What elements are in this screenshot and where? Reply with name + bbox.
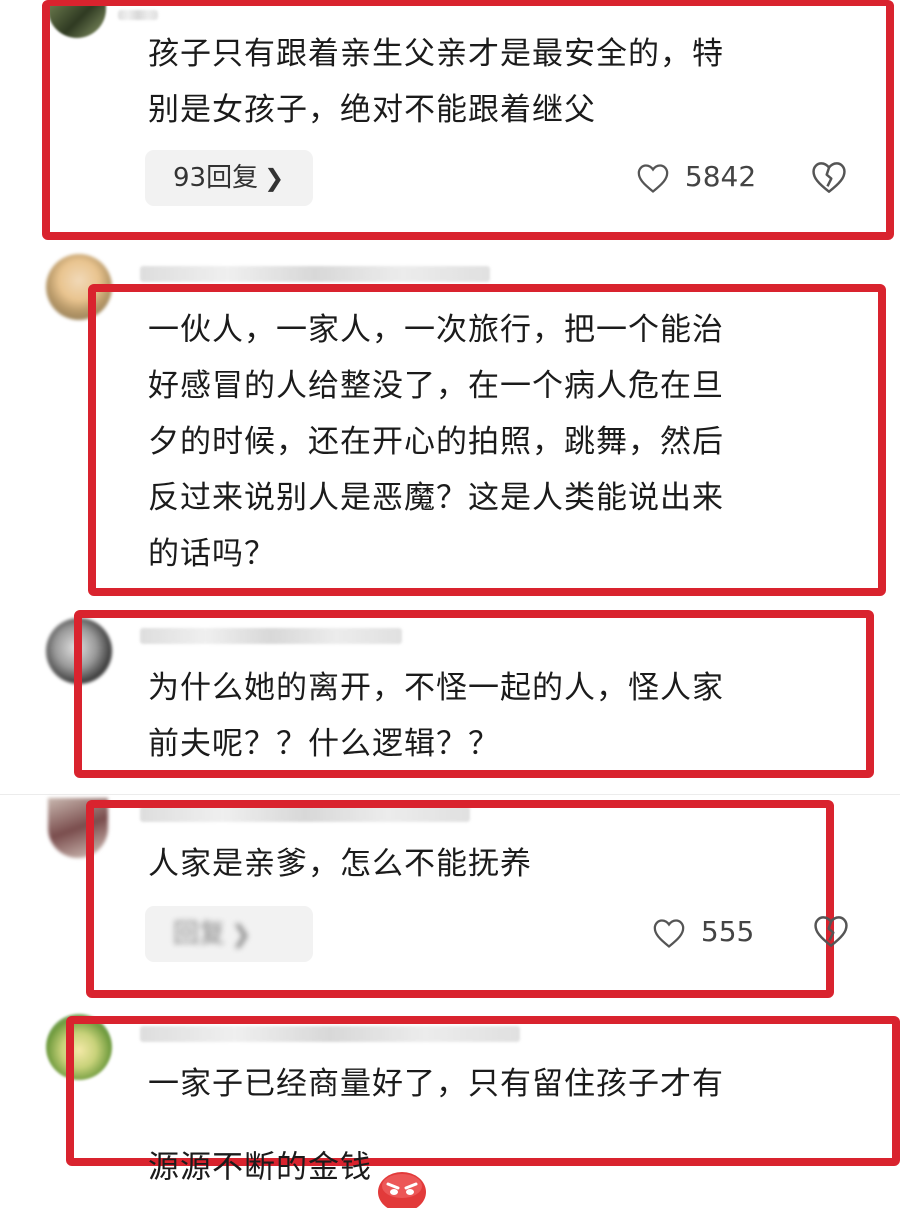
comment-text: 人家是亲爹，怎么不能抚养	[148, 846, 532, 882]
comment-text: 一家子已经商量好了，只有留住孩子才有 源源不断的金钱	[148, 1056, 724, 1226]
chevron-right-icon: ❯	[264, 164, 285, 192]
like-button[interactable]: 555	[652, 912, 754, 952]
broken-heart-icon	[814, 916, 848, 947]
username-blurred[interactable]	[140, 266, 490, 282]
dislike-button[interactable]	[810, 160, 848, 198]
angry-face-emoji	[376, 1112, 428, 1226]
comment-text-content: 一家子已经商量好了，只有留住孩子才有 源源不断的金钱	[148, 1066, 724, 1186]
heart-outline-icon	[653, 919, 685, 948]
comment-text: 孩子只有跟着亲生父亲才是最安全的，特 别是女孩子，绝对不能跟着继父	[148, 36, 724, 128]
broken-heart-icon	[812, 162, 846, 193]
comment-text: 为什么她的离开，不怪一起的人，怪人家 前夫呢？？什么逻辑？？	[148, 670, 724, 762]
heart-outline-icon	[637, 164, 669, 193]
view-replies-button[interactable]: 回复 ❯	[145, 906, 313, 962]
reply-count-label: 回复	[173, 919, 226, 949]
dislike-button[interactable]	[812, 914, 850, 952]
chevron-right-icon: ❯	[231, 920, 252, 948]
reply-count-label: 93回复	[173, 163, 259, 193]
comment-text: 一伙人，一家人，一次旅行，把一个能治 好感冒的人给整没了，在一个病人危在旦 夕的…	[148, 312, 724, 572]
view-replies-button[interactable]: 93回复 ❯	[145, 150, 313, 206]
like-count: 5842	[684, 160, 757, 193]
like-count: 555	[700, 915, 755, 948]
like-button[interactable]: 5842	[636, 157, 756, 197]
divider	[0, 794, 900, 795]
highlight-frame	[86, 800, 834, 998]
